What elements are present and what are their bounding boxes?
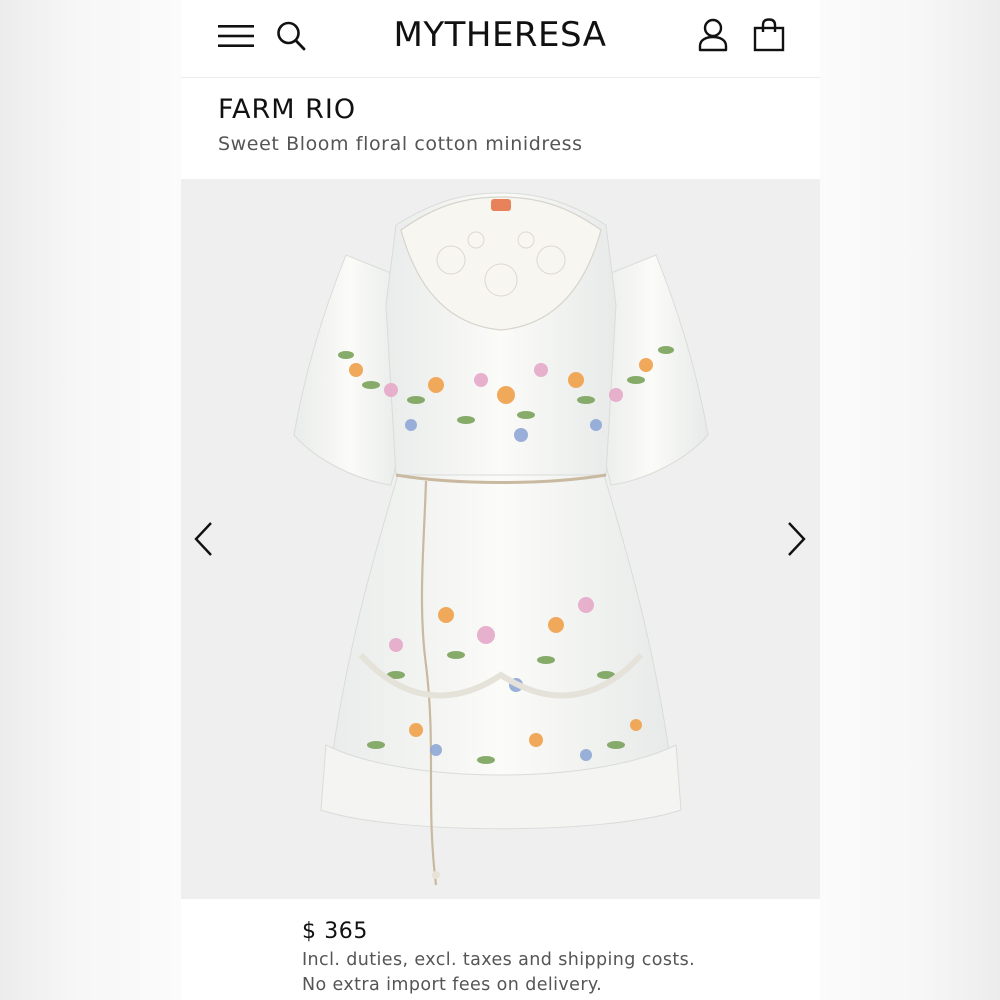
- product-image-gallery[interactable]: [181, 179, 820, 899]
- chevron-right-icon[interactable]: [783, 520, 809, 558]
- site-logo[interactable]: MYTHERESA: [377, 14, 623, 56]
- shopping-bag-icon[interactable]: [753, 18, 785, 52]
- price-note-import: No extra import fees on delivery.: [302, 975, 603, 995]
- brand-name[interactable]: FARM RIO: [218, 94, 356, 125]
- account-icon[interactable]: [698, 18, 728, 52]
- menu-icon[interactable]: [218, 22, 254, 50]
- chevron-left-icon[interactable]: [191, 520, 217, 558]
- product-price: $ 365: [302, 919, 368, 944]
- dress-image: [293, 192, 709, 886]
- top-header: MYTHERESA: [181, 0, 820, 78]
- search-icon[interactable]: [276, 20, 306, 52]
- product-name: Sweet Bloom floral cotton minidress: [218, 133, 583, 155]
- price-note-duties: Incl. duties, excl. taxes and shipping c…: [302, 950, 696, 970]
- price-section: $ 365 Incl. duties, excl. taxes and ship…: [181, 899, 820, 1000]
- mobile-screen: MYTHERESA FARM RIO Sweet Bloom floral co…: [181, 0, 820, 1000]
